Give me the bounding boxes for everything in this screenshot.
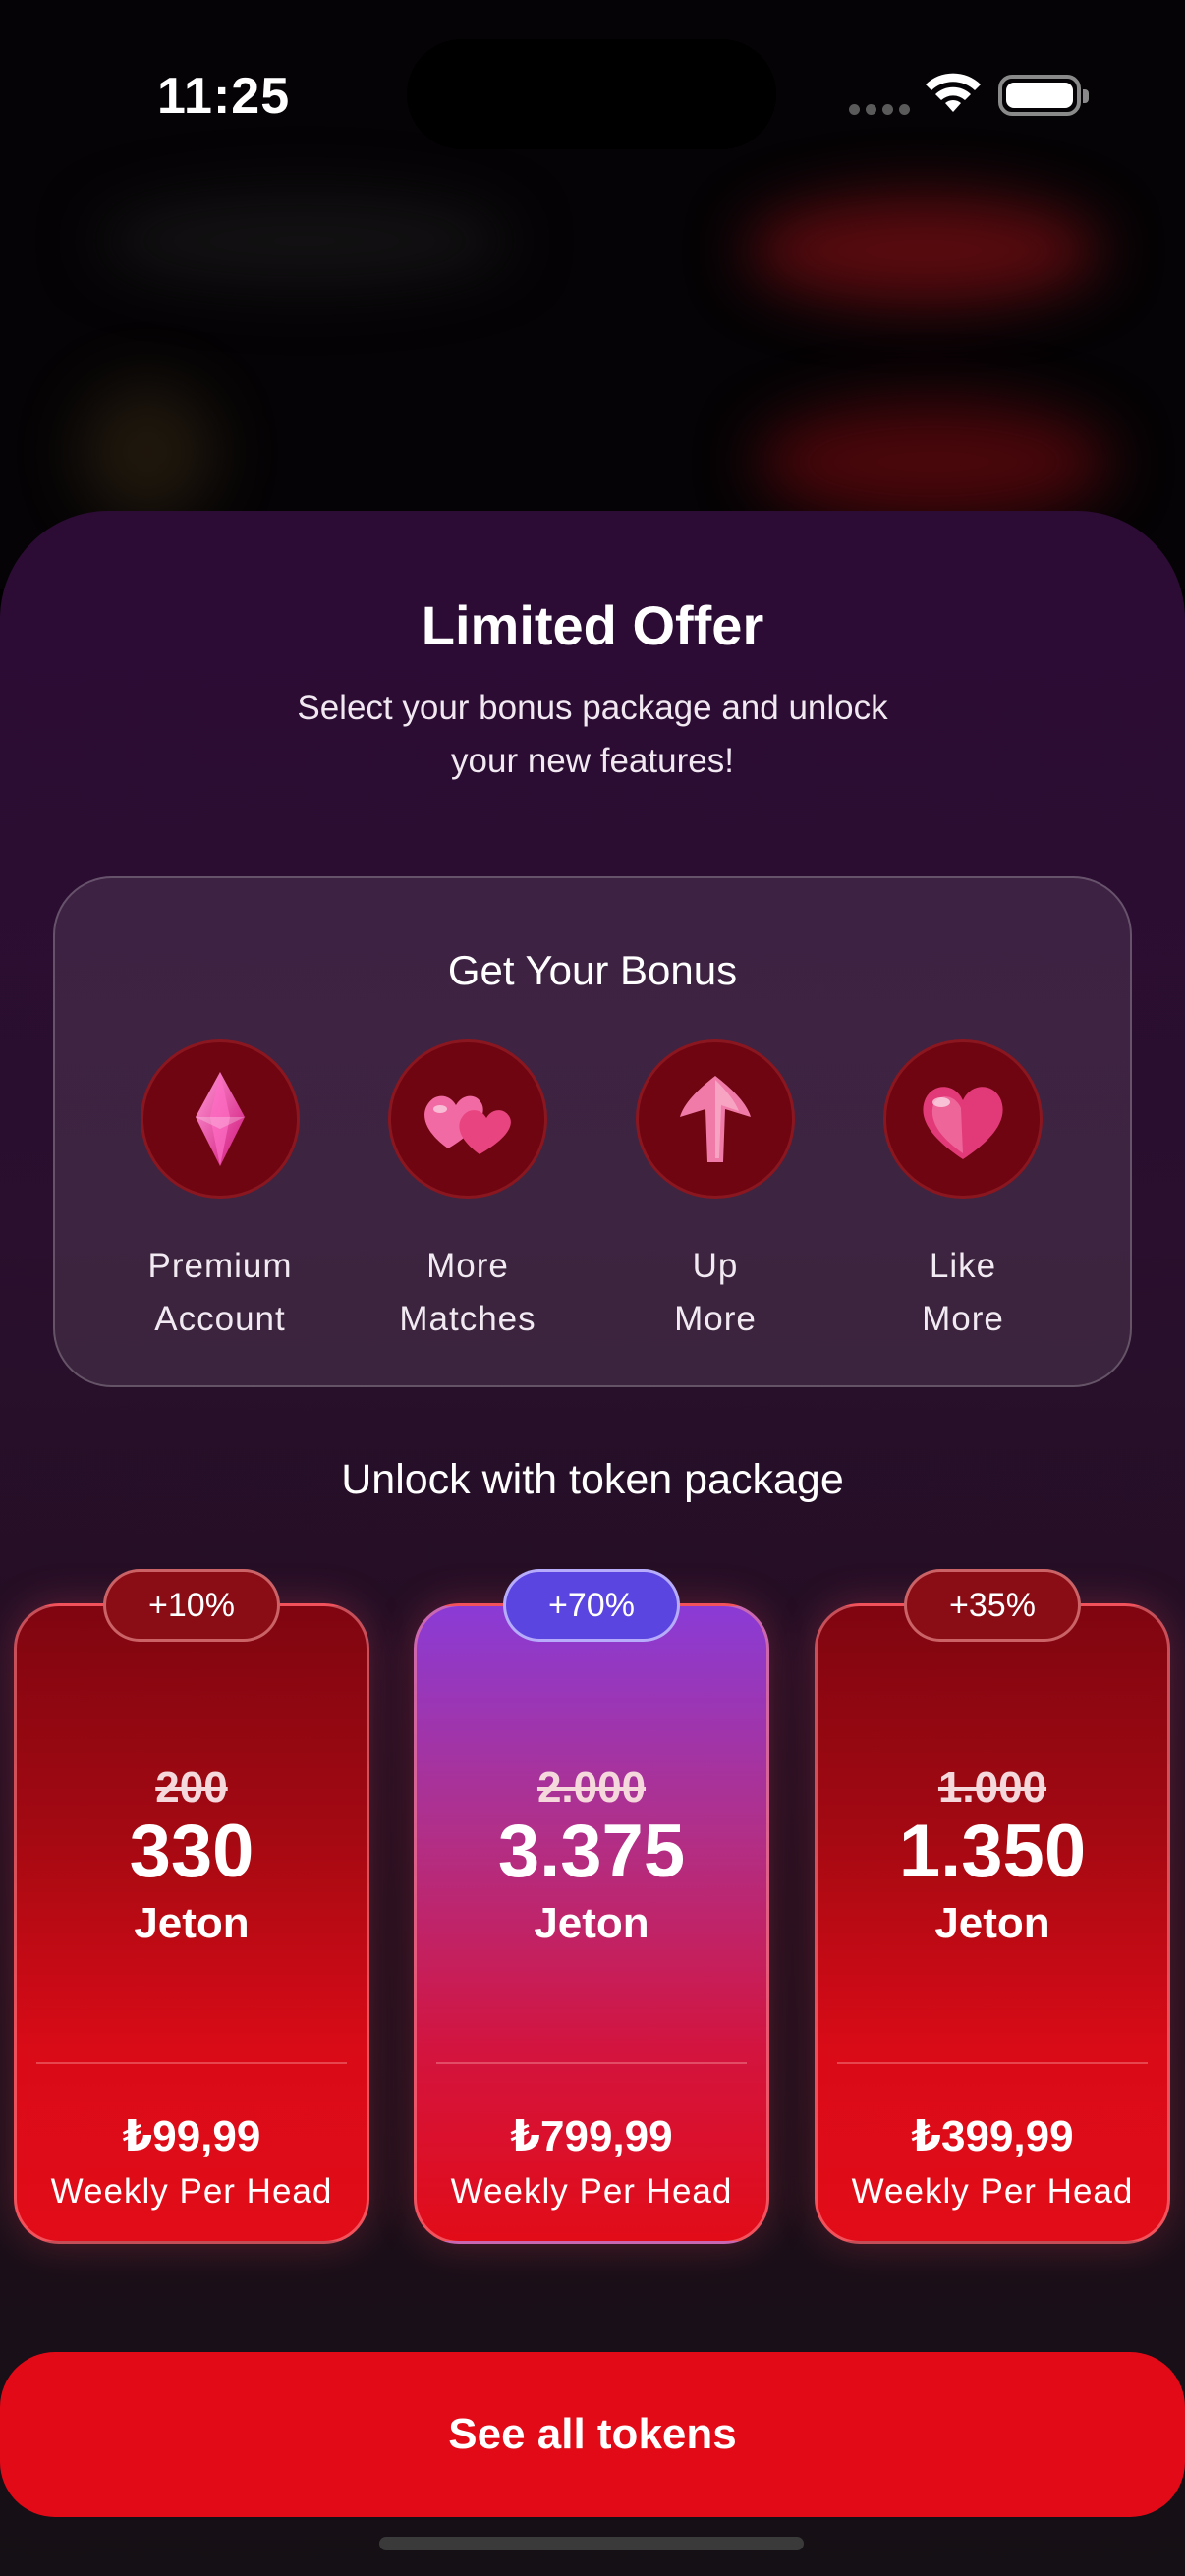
token-unit: Jeton: [534, 1899, 649, 1947]
price-period: Weekly Per Head: [450, 2172, 733, 2211]
package-price: ₺399,99: [911, 2112, 1074, 2160]
bonus-item-premium-account: Premium Account: [102, 1039, 338, 1346]
status-time: 11:25: [157, 68, 291, 125]
bonus-percent-badge: +10%: [103, 1569, 280, 1642]
bonus-item-like-more: Like More: [845, 1039, 1081, 1346]
old-token-amount: 1.000: [937, 1764, 1047, 1812]
cellular-signal-icon: [849, 104, 910, 115]
divider: [837, 2062, 1148, 2064]
diamond-icon: [141, 1039, 300, 1199]
heart-icon: [883, 1039, 1043, 1199]
token-package-card-selected[interactable]: +70% 2.000 3.375 Jeton ₺799,99 Weekly Pe…: [414, 1569, 769, 2244]
bonus-item-more-matches: More Matches: [350, 1039, 586, 1346]
hearts-icon: [388, 1039, 547, 1199]
blur-shape: [757, 403, 1110, 521]
blur-shape: [79, 383, 216, 521]
blur-shape: [98, 196, 511, 285]
battery-icon: [998, 75, 1089, 116]
package-price: ₺99,99: [122, 2112, 261, 2160]
blur-shape: [747, 196, 1100, 305]
status-bar: 11:25: [0, 0, 1185, 187]
bonus-label: Up More: [674, 1247, 757, 1338]
old-token-amount: 2.000: [536, 1764, 647, 1812]
token-unit: Jeton: [934, 1899, 1050, 1947]
dynamic-island: [407, 39, 776, 149]
token-package-card[interactable]: +35% 1.000 1.350 Jeton ₺399,99 Weekly Pe…: [815, 1569, 1170, 2244]
offer-sheet: [0, 511, 1185, 2576]
bonus-label: Like More: [922, 1247, 1004, 1338]
bonus-percent-badge: +35%: [904, 1569, 1081, 1642]
up-arrow-icon: [636, 1039, 795, 1199]
token-unit: Jeton: [134, 1899, 250, 1947]
package-price: ₺799,99: [510, 2112, 673, 2160]
offer-subtitle: Select your bonus package and unlock you…: [297, 689, 888, 780]
bonus-label: More Matches: [399, 1247, 536, 1338]
token-amount: 3.375: [497, 1810, 686, 1893]
token-amount: 1.350: [898, 1810, 1087, 1893]
bonus-percent-badge: +70%: [503, 1569, 680, 1642]
bonus-item-up-more: Up More: [597, 1039, 833, 1346]
old-token-amount: 200: [155, 1764, 228, 1812]
divider: [36, 2062, 347, 2064]
bonus-label: Premium Account: [147, 1247, 293, 1338]
bonus-title: Get Your Bonus: [447, 947, 738, 993]
home-indicator: [379, 2537, 804, 2550]
token-amount: 330: [129, 1810, 254, 1893]
packages-title: Unlock with token package: [341, 1456, 844, 1503]
offer-title: Limited Offer: [421, 594, 764, 656]
divider: [436, 2062, 747, 2064]
see-all-tokens-button[interactable]: See all tokens: [0, 2352, 1185, 2517]
price-period: Weekly Per Head: [851, 2172, 1134, 2211]
wifi-icon: [926, 73, 981, 112]
price-period: Weekly Per Head: [50, 2172, 333, 2211]
token-package-card[interactable]: +10% 200 330 Jeton ₺99,99 Weekly Per Hea…: [14, 1569, 369, 2244]
